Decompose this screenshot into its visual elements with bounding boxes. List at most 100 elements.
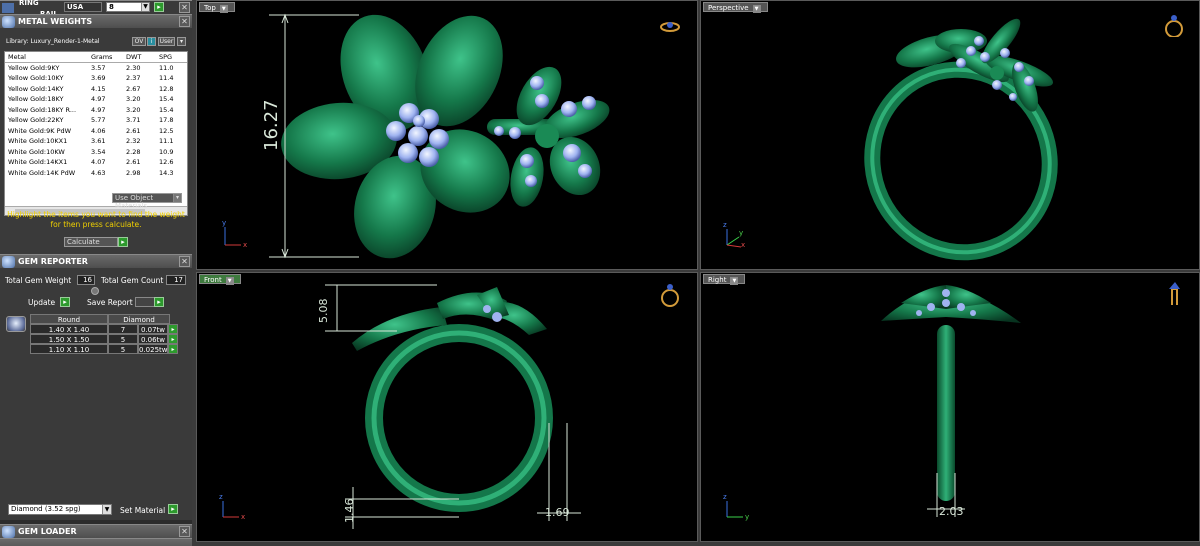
save-report-button[interactable]: ▸ bbox=[154, 297, 164, 307]
table-cell: 4.97 bbox=[91, 95, 106, 103]
table-cell: White Gold:14KX1 bbox=[8, 158, 68, 166]
viewport-perspective[interactable]: z y x Perspective ▼ bbox=[700, 0, 1200, 270]
calculate-field[interactable]: Calculate bbox=[64, 237, 118, 247]
table-row[interactable]: Yellow Gold:18KY R... 4.97 3.20 15.4 bbox=[5, 105, 187, 116]
table-cell: 12.8 bbox=[159, 84, 174, 93]
viewport-perspective-name: Perspective bbox=[708, 4, 749, 12]
set-material-button[interactable]: ▸ bbox=[168, 504, 178, 514]
table-row[interactable]: White Gold:10KW 3.54 2.28 10.9 bbox=[5, 147, 187, 158]
ring-perspective-icon[interactable] bbox=[1163, 11, 1185, 37]
total-gem-weight-label: Total Gem Weight bbox=[5, 276, 72, 285]
close-icon[interactable]: ✕ bbox=[179, 2, 190, 13]
col-grams[interactable]: Grams bbox=[91, 52, 125, 62]
table-row[interactable]: White Gold:10KX1 3.61 2.32 11.1 bbox=[5, 136, 187, 147]
gem-cell: 1.50 X 1.50 bbox=[30, 334, 108, 344]
table-cell: 2.61 bbox=[126, 158, 141, 166]
col-spg[interactable]: SPG bbox=[159, 52, 187, 62]
viewport-front[interactable]: 5.08 1.46 1.69 z x Front ▼ bbox=[196, 272, 698, 542]
ring-side-view-icon[interactable] bbox=[1167, 279, 1189, 305]
table-row[interactable]: White Gold:14KX1 4.07 2.61 12.6 bbox=[5, 157, 187, 168]
table-cell: Yellow Gold:14KY bbox=[8, 84, 64, 93]
table-cell: 4.15 bbox=[91, 84, 106, 93]
axis-triad-right bbox=[726, 501, 743, 518]
table-row[interactable]: White Gold:9K PdW 4.06 2.61 12.5 bbox=[5, 126, 187, 137]
chevron-down-icon: ▼ bbox=[752, 5, 761, 13]
viewport-right-label[interactable]: Right ▼ bbox=[703, 274, 746, 285]
country-select[interactable]: USA bbox=[64, 2, 102, 12]
table-cell: 11.0 bbox=[159, 63, 174, 72]
col-metal[interactable]: Metal bbox=[8, 52, 92, 62]
table-row[interactable]: Yellow Gold:10KY 3.69 2.37 11.4 bbox=[5, 73, 187, 84]
table-cell: 10.9 bbox=[159, 147, 174, 156]
chevron-down-icon: ▼ bbox=[141, 3, 149, 11]
gem-cell: 7 bbox=[108, 324, 138, 334]
table-cell: 15.4 bbox=[159, 105, 174, 114]
ring-size-select[interactable]: 8 ▼ bbox=[106, 2, 150, 12]
axis-x-label: x bbox=[243, 241, 248, 249]
user-button[interactable]: User bbox=[158, 37, 175, 46]
flower-model-top bbox=[281, 14, 610, 259]
diamond-gem-icon[interactable] bbox=[6, 316, 26, 332]
table-cell: 17.8 bbox=[159, 116, 174, 124]
front-view-canvas[interactable] bbox=[197, 273, 698, 542]
table-row[interactable]: Yellow Gold:9KY 3.57 2.30 11.0 bbox=[5, 63, 187, 74]
table-row[interactable]: Yellow Gold:22KY 5.77 3.71 17.8 bbox=[5, 115, 187, 126]
close-icon[interactable]: ✕ bbox=[179, 256, 190, 267]
viewport-top[interactable]: 16.27 y x Top ▼ bbox=[196, 0, 698, 270]
gem-material-select[interactable]: Diamond (3.52 spg) ▼ bbox=[8, 504, 112, 515]
viewport-front-label[interactable]: Front ▼ bbox=[199, 274, 241, 285]
chevron-down-icon[interactable]: ▾ bbox=[177, 37, 186, 46]
right-view-canvas[interactable] bbox=[701, 273, 1200, 542]
col-diamond: Diamond bbox=[108, 314, 170, 324]
metal-table: Metal Grams DWT SPG Yellow Gold:9KY 3.57 2… bbox=[4, 51, 188, 216]
ov-button[interactable]: OV bbox=[132, 37, 146, 46]
update-button[interactable]: ▸ bbox=[60, 297, 70, 307]
close-icon[interactable]: ✕ bbox=[179, 16, 190, 27]
metal-weights-panel: Library: Luxury_Render-1-Metal OV i User… bbox=[0, 28, 192, 254]
axis-triad-front bbox=[222, 501, 239, 518]
chevron-down-icon: ▾ bbox=[173, 194, 181, 202]
viewport-top-name: Top bbox=[204, 4, 216, 12]
col-dwt[interactable]: DWT bbox=[126, 52, 158, 62]
table-cell: White Gold:14K PdW bbox=[8, 168, 76, 177]
viewport-right-name: Right bbox=[708, 276, 727, 284]
gem-row-button[interactable]: ▸ bbox=[168, 324, 178, 334]
gem-row[interactable]: 1.50 X 1.50 5 0.06tw ▸ bbox=[30, 334, 178, 344]
collapse-knob-icon[interactable] bbox=[91, 287, 99, 295]
table-row[interactable]: Yellow Gold:18KY 4.97 3.20 15.4 bbox=[5, 94, 187, 105]
gem-reporter-icon bbox=[2, 256, 15, 268]
metal-table-header: Metal Grams DWT SPG bbox=[5, 52, 187, 63]
info-icon[interactable]: i bbox=[147, 37, 156, 46]
gem-row-button[interactable]: ▸ bbox=[168, 334, 178, 344]
table-cell: 3.61 bbox=[91, 137, 106, 145]
ring-rail-go-button[interactable]: ▸ bbox=[154, 2, 164, 12]
gem-row[interactable]: 1.10 X 1.10 5 0.025tw ▸ bbox=[30, 344, 178, 354]
gem-cell: 5 bbox=[108, 344, 138, 354]
gem-reporter-title: GEM REPORTER bbox=[18, 257, 88, 266]
table-cell: 3.20 bbox=[126, 105, 141, 114]
country-value: USA bbox=[67, 3, 84, 11]
table-row[interactable]: White Gold:14K PdW 4.63 2.98 14.3 bbox=[5, 168, 187, 179]
viewport-perspective-label[interactable]: Perspective ▼ bbox=[703, 2, 768, 13]
gem-row-button[interactable]: ▸ bbox=[168, 344, 178, 354]
calculate-button[interactable]: ▸ bbox=[118, 237, 128, 247]
table-cell: 5.77 bbox=[91, 116, 106, 124]
perspective-view-canvas[interactable] bbox=[701, 1, 1200, 270]
close-icon[interactable]: ✕ bbox=[179, 526, 190, 537]
ring-top-view-icon[interactable] bbox=[659, 19, 681, 45]
table-cell: 3.69 bbox=[91, 74, 106, 82]
metal-table-body: Yellow Gold:9KY 3.57 2.30 11.0 Yellow Gold:1… bbox=[5, 63, 187, 179]
ring-front-view-icon[interactable] bbox=[659, 281, 681, 307]
chevron-down-icon: ▼ bbox=[102, 505, 111, 514]
use-object-materials-select[interactable]: Use Object Materials ▾ bbox=[112, 193, 182, 210]
table-row[interactable]: Yellow Gold:14KY 4.15 2.67 12.8 bbox=[5, 84, 187, 95]
gem-row[interactable]: 1.40 X 1.40 7 0.07tw ▸ bbox=[30, 324, 178, 334]
table-cell: 11.4 bbox=[159, 74, 174, 82]
viewport-right[interactable]: 2.03 z y Right ▼ bbox=[700, 272, 1200, 542]
table-cell: Yellow Gold:9KY bbox=[8, 63, 60, 72]
table-cell: 3.54 bbox=[91, 147, 106, 156]
viewport-top-label[interactable]: Top ▼ bbox=[199, 2, 235, 13]
gem-table: Round Diamond 1.40 X 1.40 7 0.07tw ▸ 1.50 X … bbox=[30, 314, 178, 354]
left-panel: RING RAIL USA 8▼ ▸ ✕ METAL WEIGHTS ✕ Lib… bbox=[0, 0, 192, 546]
height-dimension-label: 16.27 bbox=[261, 99, 282, 151]
